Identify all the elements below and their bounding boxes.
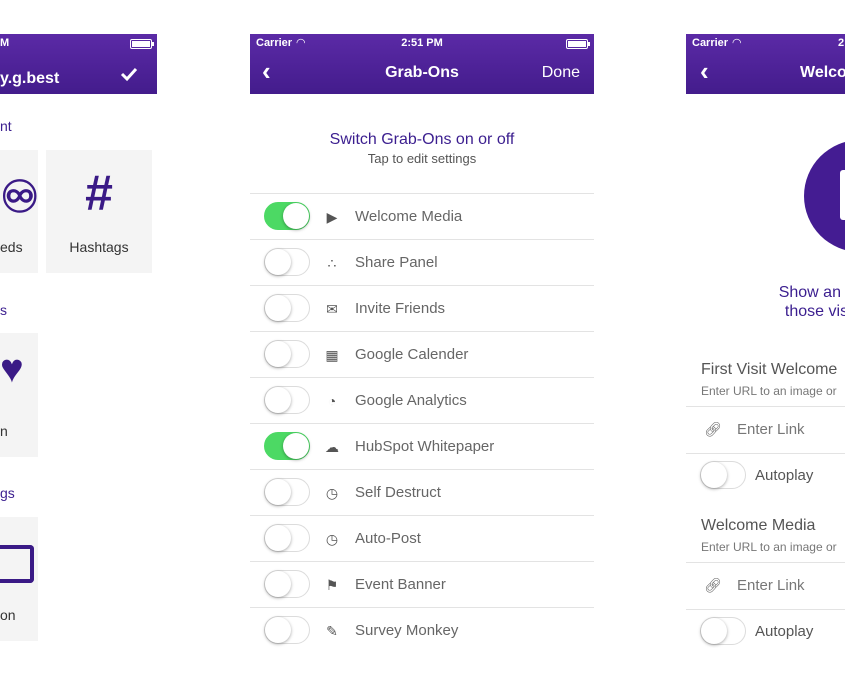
tile-label: Hashtags (69, 239, 129, 255)
grab-on-label: Self Destruct (355, 484, 441, 501)
play-icon: ▶ (326, 209, 338, 225)
calendar-icon: ▦ (325, 347, 339, 363)
heart-icon: ♥ (0, 347, 24, 391)
grab-on-row[interactable]: ▦ Google Calender (250, 331, 594, 378)
battery-icon (566, 39, 590, 49)
autoplay-label: Autoplay (755, 467, 814, 484)
grab-on-row[interactable]: ◷ Self Destruct (250, 469, 594, 516)
checkmark-icon[interactable] (120, 66, 138, 87)
right-screen: Carrier ◠ 2 ‹ Welco Show an im those vis… (686, 34, 845, 648)
autoplay-toggle[interactable] (700, 617, 746, 645)
grab-on-toggle[interactable] (264, 386, 310, 414)
grab-on-toggle[interactable] (264, 432, 310, 460)
status-time: 2:51 PM (401, 37, 443, 49)
status-time: 2 (838, 37, 845, 49)
autoplay-row: Autoplay (686, 609, 845, 648)
heading-title: Switch Grab-Ons on or off (329, 131, 515, 148)
battery-icon (130, 39, 154, 49)
feeds-icon: ♾ (0, 173, 40, 222)
grab-on-toggle[interactable] (264, 340, 310, 368)
grab-on-label: Google Calender (355, 346, 469, 363)
grab-on-label: HubSpot Whitepaper (355, 438, 495, 455)
grab-on-label: Auto-Post (355, 530, 421, 547)
chevron-left-icon[interactable]: ‹ (700, 58, 709, 84)
flag-icon: ⚑ (325, 577, 339, 593)
middle-screen: Carrier ◠ 2:51 PM ‹ Grab-Ons Done Switch… (250, 34, 594, 648)
section-label: s (0, 302, 7, 318)
tile-label: on (0, 607, 16, 623)
envelope-icon: ✉ (326, 301, 338, 317)
grab-on-row[interactable]: ▶ Welcome Media (250, 193, 594, 240)
clock-icon: ◷ (325, 485, 339, 501)
hashtag-icon: # (85, 165, 113, 221)
grab-on-label: Share Panel (355, 254, 438, 271)
grab-on-label: Welcome Media (355, 208, 463, 225)
grab-on-row[interactable]: ◔ Google Analytics (250, 377, 594, 424)
description-line: Show an im (778, 284, 845, 301)
description-text: Show an im those visit (736, 283, 845, 321)
wifi-icon: ◠ (732, 37, 742, 49)
heading-subtitle: Tap to edit settings (367, 151, 477, 166)
section-label: nt (0, 118, 12, 134)
share-icon: ∴ (327, 255, 337, 271)
calendar-icon (0, 545, 34, 583)
pie-chart-icon: ◔ (327, 393, 337, 409)
heading: Switch Grab-Ons on or off Tap to edit se… (250, 131, 594, 166)
clock-icon: ◷ (325, 531, 339, 547)
autoplay-toggle[interactable] (700, 461, 746, 489)
grab-on-toggle[interactable] (264, 294, 310, 322)
tile-item[interactable]: ♥ n (0, 333, 38, 457)
grab-on-toggle[interactable] (264, 524, 310, 552)
tile-item[interactable]: on (0, 517, 38, 641)
grab-on-row[interactable]: ◷ Auto-Post (250, 515, 594, 562)
status-time: M (0, 37, 10, 49)
autoplay-label: Autoplay (755, 623, 814, 640)
link-icon: 🔗︎ (704, 421, 722, 437)
nav-title: Welco (800, 64, 845, 81)
link-input[interactable]: Enter Link (737, 577, 805, 594)
grab-on-toggle[interactable] (264, 570, 310, 598)
tile-label: n (0, 423, 8, 439)
grab-on-label: Google Analytics (355, 392, 467, 409)
grab-on-toggle[interactable] (264, 478, 310, 506)
image-placeholder-icon[interactable] (804, 140, 845, 252)
grab-on-row[interactable]: ☁ HubSpot Whitepaper (250, 423, 594, 470)
navbar: M y.g.best (0, 34, 157, 94)
grab-on-row[interactable]: ✎ Survey Monkey (250, 607, 594, 648)
cloud-download-icon: ☁ (325, 439, 339, 455)
section-label: gs (0, 485, 15, 501)
grab-on-label: Invite Friends (355, 300, 446, 317)
section-title: First Visit Welcome (701, 361, 838, 378)
section-title: Welcome Media (701, 517, 816, 534)
grab-on-row[interactable]: ⚑ Event Banner (250, 561, 594, 608)
done-button[interactable]: Done (542, 64, 580, 82)
link-icon: 🔗︎ (704, 577, 722, 593)
autoplay-row: Autoplay (686, 453, 845, 499)
grab-on-toggle[interactable] (264, 616, 310, 644)
status-carrier: Carrier (692, 37, 729, 49)
grab-on-toggle[interactable] (264, 202, 310, 230)
left-screen: M y.g.best nt ♾ eds # Hashtags s ♥ n gs … (0, 34, 157, 680)
nav-title: y.g.best (0, 70, 60, 87)
navbar: Carrier ◠ 2:51 PM ‹ Grab-Ons Done (250, 34, 594, 94)
grab-on-row[interactable]: ✉ Invite Friends (250, 285, 594, 332)
tile-label: eds (0, 239, 23, 255)
navbar: Carrier ◠ 2 ‹ Welco (686, 34, 845, 94)
section-subtitle: Enter URL to an image or (701, 540, 837, 554)
link-input-row[interactable]: 🔗︎ Enter Link (686, 406, 845, 454)
section-subtitle: Enter URL to an image or (701, 384, 837, 398)
grab-on-toggle[interactable] (264, 248, 310, 276)
grab-on-label: Survey Monkey (355, 622, 459, 639)
grab-on-label: Event Banner (355, 576, 446, 593)
description-line: those visit (784, 303, 845, 320)
grab-on-row[interactable]: ∴ Share Panel (250, 239, 594, 286)
link-input-row[interactable]: 🔗︎ Enter Link (686, 562, 845, 610)
tile-hashtags[interactable]: # Hashtags (46, 150, 152, 273)
link-input[interactable]: Enter Link (737, 421, 805, 438)
tile-feeds[interactable]: ♾ eds (0, 150, 40, 273)
edit-icon: ✎ (326, 623, 338, 639)
